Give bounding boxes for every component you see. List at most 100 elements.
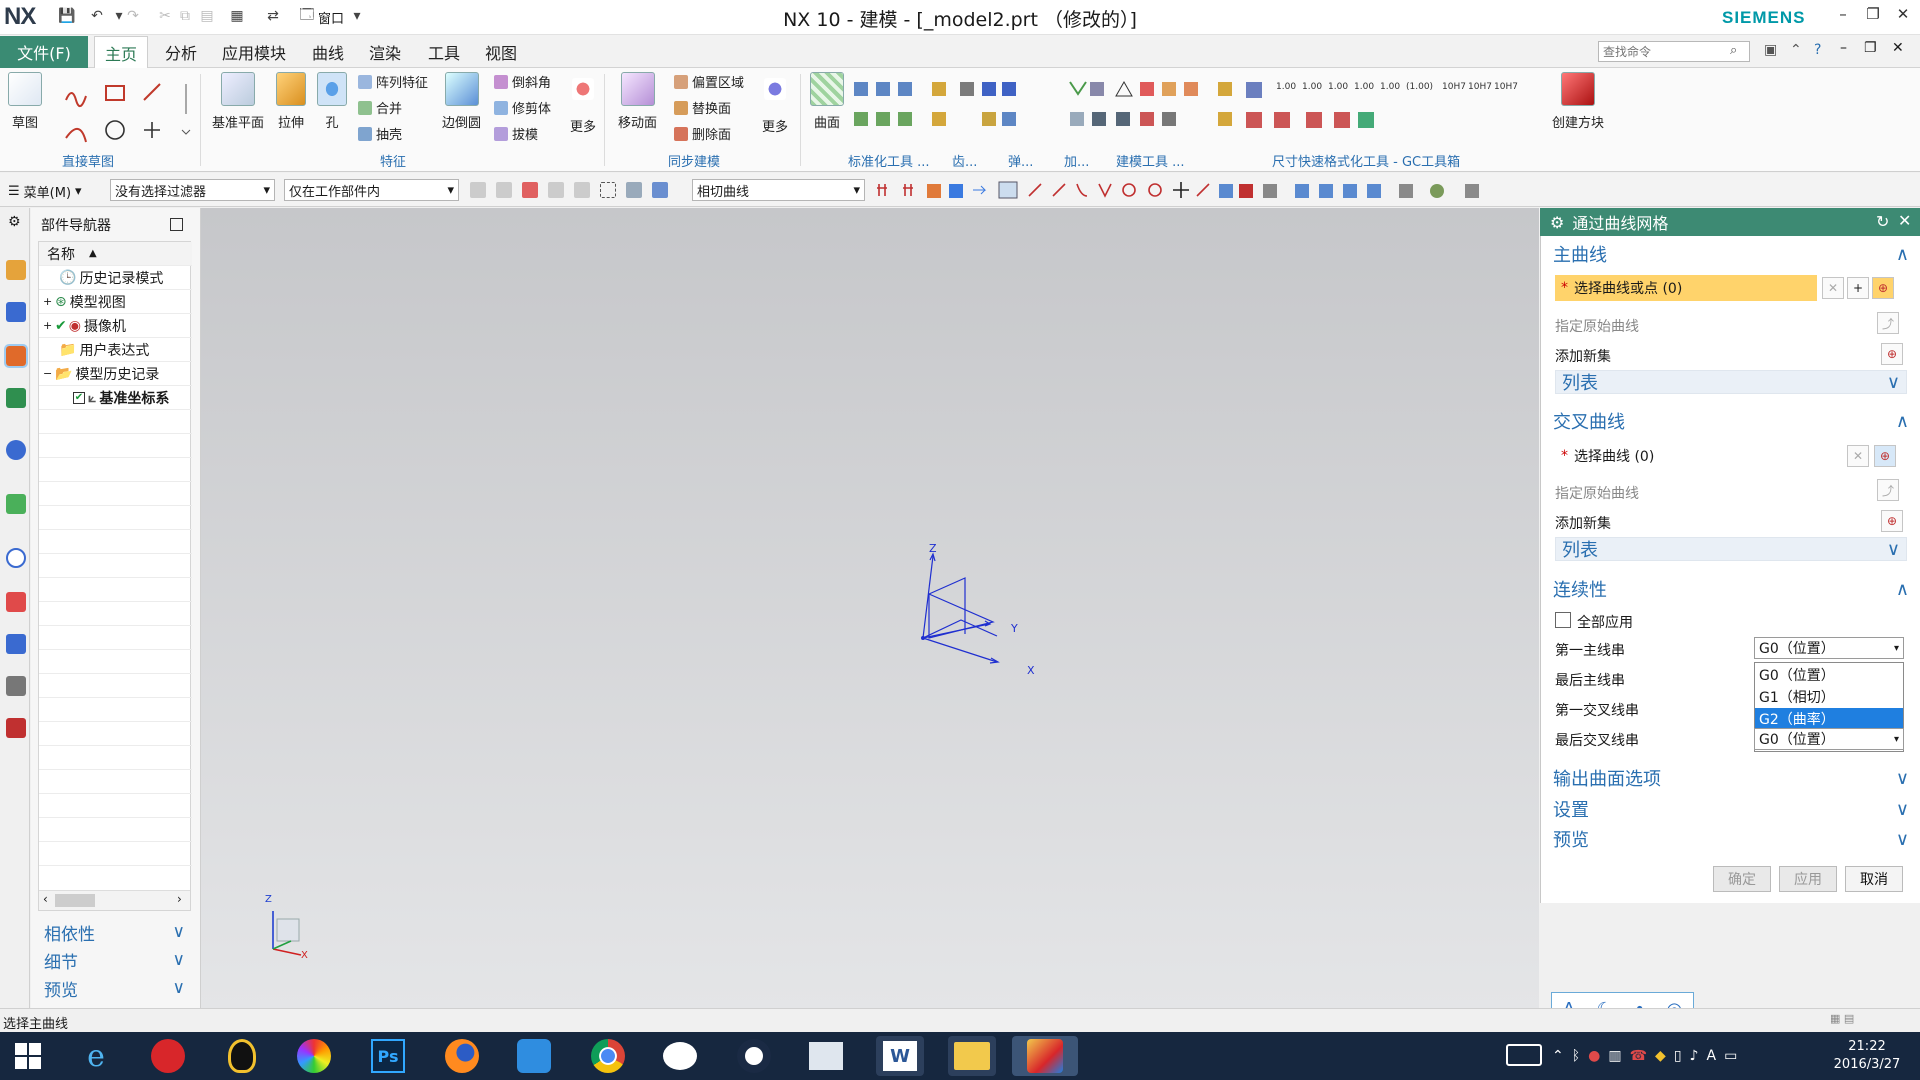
graphics-window[interactable]: Z Y X Z X (201, 208, 1539, 1008)
dim-format-label[interactable]: 10H7 (1442, 82, 1466, 92)
save-icon[interactable]: 💾 (58, 7, 76, 25)
trim-body-button[interactable]: 修剪体 (494, 98, 551, 117)
output-surface-options-section[interactable]: 输出曲面选项 ∨ (1553, 765, 1913, 791)
group-standard-tools[interactable]: 标准化工具 ... (848, 151, 930, 170)
group-modeling-tools[interactable]: 建模工具 ... (1116, 151, 1185, 170)
network-icon[interactable]: ▥ (1608, 1048, 1621, 1064)
file-explorer-icon[interactable] (948, 1036, 996, 1076)
help-icon[interactable]: ? (1814, 42, 1821, 58)
checkbox-checked-icon[interactable]: ✔ (73, 391, 85, 404)
close-button[interactable]: ✕ (1890, 5, 1916, 29)
tray-app-icon[interactable]: ◆ (1655, 1048, 1666, 1064)
settings-section[interactable]: 设置 ∨ (1553, 796, 1913, 822)
delete-face-button[interactable]: 删除面 (674, 124, 731, 143)
history-icon[interactable] (6, 548, 26, 568)
part-navigator-icon[interactable] (4, 344, 28, 368)
extrude-button[interactable]: 拉伸 (276, 72, 306, 131)
add-new-set-button[interactable]: ⊕ (1881, 510, 1903, 532)
select-curve-or-point[interactable]: * 选择曲线或点 (0) (1555, 275, 1817, 301)
preview-section[interactable]: 预览 ∨ (38, 976, 191, 1001)
cancel-button[interactable]: 取消 (1845, 866, 1903, 892)
edge-blend-button[interactable]: 边倒圆 (442, 72, 481, 131)
gear-icon[interactable]: ⚙ (1550, 213, 1564, 232)
scroll-left-icon[interactable]: ‹ (43, 892, 48, 906)
select-body-icon[interactable] (626, 182, 642, 198)
point-dialog-icon[interactable]: + (1847, 277, 1869, 299)
volume-icon[interactable]: ♪ (1690, 1048, 1699, 1064)
collapse-ribbon-icon[interactable]: ⌃ (1790, 42, 1802, 58)
system-scene-icon[interactable] (6, 718, 26, 738)
deselect-icon[interactable]: ✕ (1822, 277, 1844, 299)
move-face-button[interactable]: 移动面 (618, 72, 657, 131)
curve-select-icon[interactable]: ⊕ (1874, 445, 1896, 467)
preview-section[interactable]: 预览 ∨ (1553, 826, 1913, 852)
nx-taskbar-icon[interactable] (1012, 1036, 1078, 1076)
snap-icon[interactable] (496, 182, 512, 198)
steam-icon[interactable] (730, 1036, 778, 1076)
touch-mode-icon[interactable]: ⇄ (264, 7, 282, 25)
tab-analysis[interactable]: 分析 (155, 36, 207, 68)
picasa-icon[interactable] (290, 1036, 338, 1076)
reuse-library-icon[interactable] (6, 388, 26, 408)
continuity-header[interactable]: 连续性 ∧ (1553, 576, 1913, 602)
dim-format-label[interactable]: 1.00 (1380, 82, 1400, 92)
group-direct-sketch[interactable]: 直接草图 (62, 151, 114, 170)
tray-expand-icon[interactable]: ⌃ (1552, 1048, 1564, 1064)
doc-restore-button[interactable]: ❐ (1864, 40, 1877, 56)
internet-explorer-icon[interactable]: e (72, 1036, 120, 1076)
tree-item[interactable]: − 📂 模型历史记录 (39, 362, 192, 386)
cut-icon[interactable]: ✂ (156, 7, 174, 25)
replace-face-button[interactable]: 替换面 (674, 98, 731, 117)
ok-button[interactable]: 确定 (1713, 866, 1771, 892)
unite-button[interactable]: 合并 (358, 98, 402, 117)
horizontal-scrollbar[interactable]: ‹ › (39, 890, 190, 910)
tab-curve[interactable]: 曲线 (302, 36, 354, 68)
type-filter-dropdown[interactable]: 没有选择过滤器 ▾ (110, 179, 275, 201)
group-machining[interactable]: 加... (1064, 151, 1089, 170)
search-icon[interactable]: ⌕ (1730, 43, 1737, 58)
notification-icon[interactable]: ▭ (1724, 1048, 1737, 1064)
snap-icon[interactable] (470, 182, 486, 198)
column-header[interactable]: 名称 ▲ (39, 242, 192, 266)
input-method-icon[interactable]: A (1706, 1048, 1716, 1064)
hole-button[interactable]: 孔 (317, 72, 347, 131)
copy-icon[interactable]: ⧉ (176, 7, 194, 25)
photoshop-icon[interactable]: Ps (364, 1036, 412, 1076)
dim-format-label[interactable]: (1.00) (1406, 82, 1433, 92)
undo-icon[interactable]: ↶ (88, 7, 106, 25)
cross-curves-header[interactable]: 交叉曲线 ∧ (1553, 408, 1913, 434)
web-browser-icon[interactable] (6, 494, 26, 514)
collapse-icon[interactable]: − (43, 367, 55, 380)
group-feature[interactable]: 特征 (380, 151, 406, 170)
tab-tools[interactable]: 工具 (418, 36, 470, 68)
original-curve-icon[interactable]: ⤴ (1877, 479, 1899, 501)
create-block-button[interactable]: 创建方块 (1552, 72, 1604, 131)
tree-item[interactable]: + ✔ ◉ 摄像机 (39, 314, 192, 338)
tab-render[interactable]: 渲染 (359, 36, 411, 68)
pattern-feature-button[interactable]: 阵列特征 (358, 72, 428, 91)
group-spring[interactable]: 弹... (1008, 151, 1033, 170)
curve-rule-dropdown[interactable]: 相切曲线 ▾ (692, 179, 865, 201)
window-icon[interactable]: 🗔 (298, 7, 316, 25)
primary-list-section[interactable]: 列表 ∨ (1555, 370, 1907, 394)
cross-list-section[interactable]: 列表 ∨ (1555, 537, 1907, 561)
dimension-tool-icon[interactable] (1306, 112, 1322, 128)
deselect-icon[interactable]: ✕ (1847, 445, 1869, 467)
dim-format-label[interactable]: 10H7 (1468, 82, 1492, 92)
dim-format-label[interactable]: 1.00 (1276, 82, 1296, 92)
dim-format-label[interactable]: 1.00 (1302, 82, 1322, 92)
dropdown-option[interactable]: G0（位置） (1755, 664, 1903, 686)
dim-format-label[interactable]: 10H7 (1494, 82, 1518, 92)
keyboard-icon[interactable] (1506, 1044, 1542, 1066)
expand-icon[interactable]: + (43, 295, 55, 308)
curve-select-icon[interactable]: ⊕ (1872, 277, 1894, 299)
role-icon[interactable] (6, 676, 26, 696)
dimension-tool-icon[interactable] (1246, 82, 1262, 98)
reset-icon[interactable]: ↻ (1876, 212, 1889, 231)
dependencies-section[interactable]: 相依性 ∨ (38, 920, 191, 945)
group-sync-modeling[interactable]: 同步建模 (668, 151, 720, 170)
details-section[interactable]: 细节 ∨ (38, 948, 191, 973)
primary-curves-header[interactable]: 主曲线 ∧ (1553, 241, 1913, 267)
assembly-navigator-icon[interactable] (6, 260, 26, 280)
tray-app-icon[interactable]: ☎ (1630, 1048, 1647, 1064)
